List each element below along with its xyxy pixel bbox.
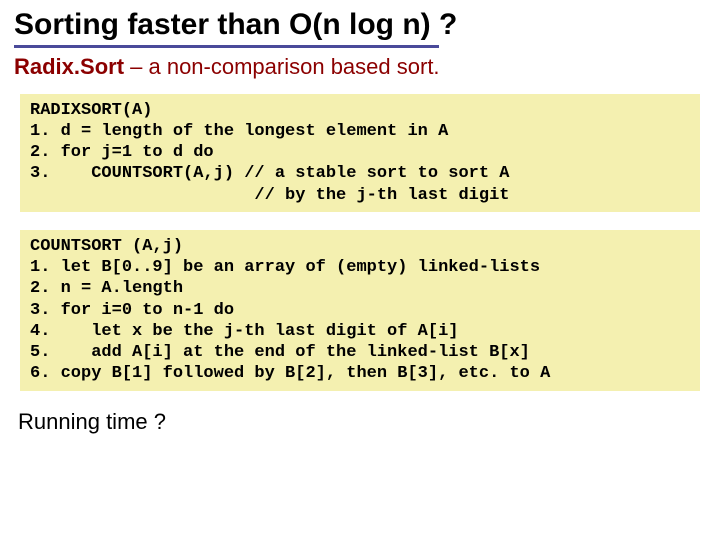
title-underline [14,45,439,48]
code-block-radixsort: RADIXSORT(A) 1. d = length of the longes… [20,94,700,212]
footer-question: Running time ? [18,409,706,435]
subtitle: Radix.Sort – a non-comparison based sort… [14,54,706,80]
code-block-countsort: COUNTSORT (A,j) 1. let B[0..9] be an arr… [20,230,700,391]
slide-title: Sorting faster than O(n log n) ? [14,8,706,43]
subtitle-bold: Radix.Sort [14,54,124,79]
slide: Sorting faster than O(n log n) ? Radix.S… [0,0,720,540]
subtitle-rest: – a non-comparison based sort. [124,54,440,79]
